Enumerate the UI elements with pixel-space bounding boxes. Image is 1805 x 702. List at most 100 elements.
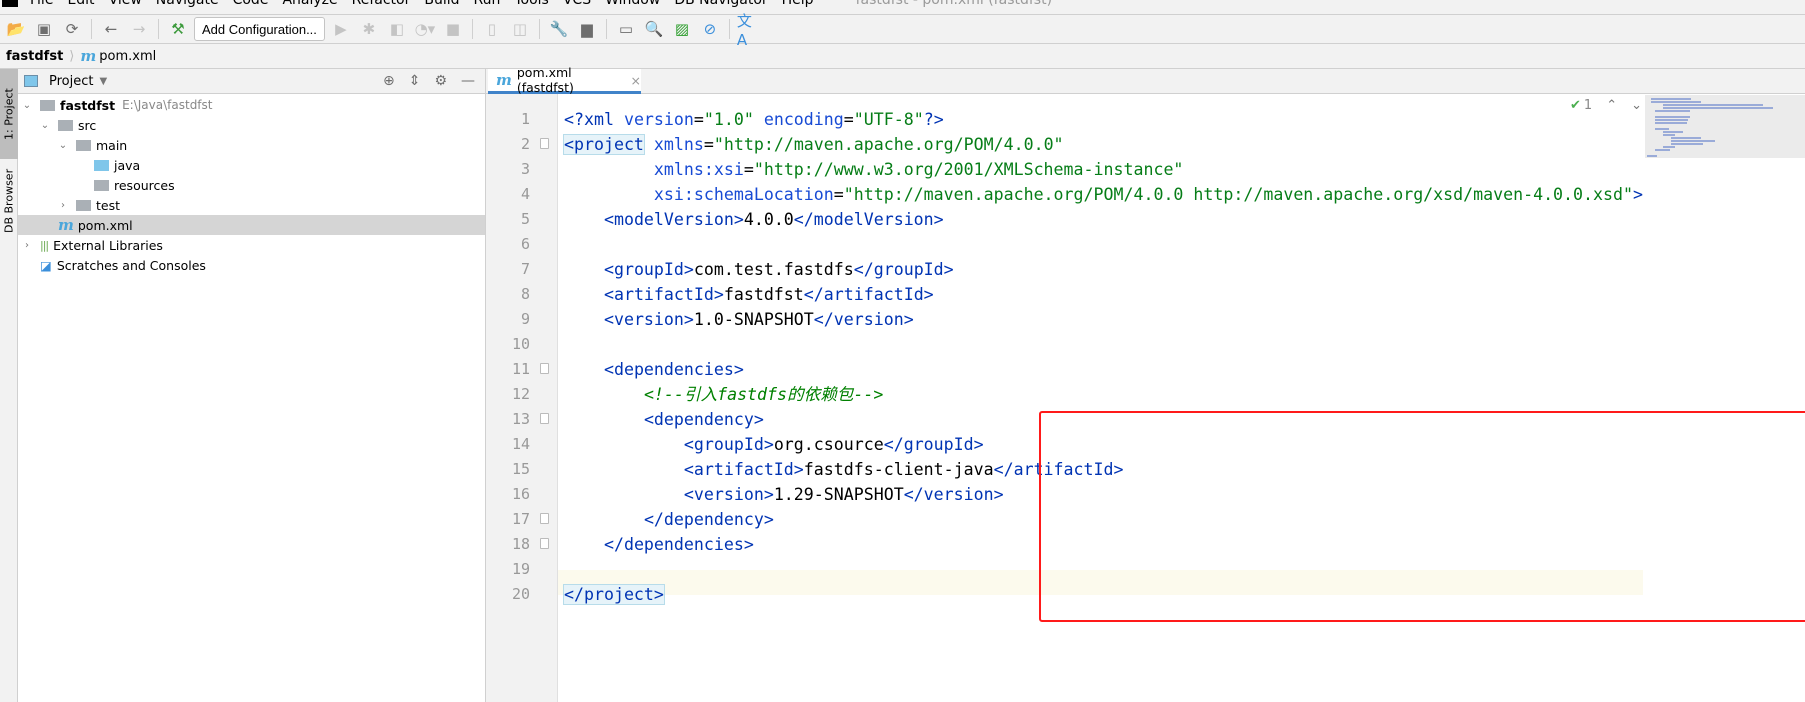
window-title: fastdfst - pom.xml (fastdfst) (855, 0, 1053, 8)
project-view-title[interactable]: Project (49, 74, 93, 89)
tab-db-browser[interactable]: DB Browser (0, 161, 18, 241)
forward-icon[interactable]: → (127, 17, 151, 41)
save-icon[interactable]: ▣ (32, 17, 56, 41)
tool-window-strip: 1: Project DB Browser (0, 69, 18, 702)
tree-item[interactable]: java (18, 155, 485, 175)
menu-build[interactable]: Build (424, 0, 459, 8)
menu-code[interactable]: Code (233, 0, 269, 8)
translate-icon[interactable]: 文A (737, 12, 761, 49)
chevron-down-icon[interactable]: ⌄ (1631, 98, 1642, 113)
menu-refactor[interactable]: Refactor (352, 0, 411, 8)
menu-analyze[interactable]: Analyze (282, 0, 337, 8)
source-folder-icon (94, 159, 109, 171)
gutter: 1 2 3 4 5 6 7 8 9 10 11 12 13 14 15 16 17 18 19 20 (486, 94, 558, 702)
monitor-icon[interactable]: ▨ (670, 17, 694, 41)
menu-view[interactable]: View (109, 0, 142, 8)
tree-item[interactable]: m pom.xml (18, 215, 485, 235)
search-icon[interactable]: 🔍 (642, 17, 666, 41)
resources-folder-icon (94, 179, 109, 191)
tree-item-path: E:\Java\fastdfst (122, 98, 213, 112)
locate-icon[interactable]: ⊕ (383, 73, 395, 89)
minimize-icon[interactable]: — (461, 73, 475, 89)
chevron-down-icon[interactable]: ▼ (99, 76, 107, 87)
terminal-icon[interactable]: ▭ (614, 17, 638, 41)
minimap-line (1663, 146, 1675, 148)
tab-project-tool[interactable]: 1: Project (0, 69, 18, 159)
build-hammer-icon[interactable]: ⚒ (166, 17, 190, 41)
menu-window[interactable]: Window (605, 0, 660, 8)
tree-item[interactable]: ⌄ src (18, 115, 485, 135)
expand-arrow-icon[interactable]: › (20, 240, 34, 251)
tree-item-label: main (96, 137, 128, 153)
code-line: <version>1.0-SNAPSHOT</version> (603, 310, 914, 329)
menu-navigate[interactable]: Navigate (156, 0, 219, 8)
maven-icon: m (58, 216, 74, 234)
chevron-up-icon[interactable]: ⌃ (1606, 98, 1617, 113)
menu-vcs[interactable]: VCS (563, 0, 591, 8)
add-configuration-button[interactable]: Add Configuration... (194, 17, 325, 41)
fold-marker-icon[interactable] (540, 513, 549, 524)
back-icon[interactable]: ← (99, 17, 123, 41)
close-icon[interactable]: × (631, 73, 641, 88)
fold-marker-icon[interactable] (540, 413, 549, 424)
code-line: <version>1.29-SNAPSHOT</version> (683, 485, 1004, 504)
tree-item[interactable]: ◪ Scratches and Consoles (18, 255, 485, 275)
folder-icon (58, 119, 73, 131)
tree-item-label: src (78, 117, 97, 133)
stop-icon[interactable]: ■ (441, 17, 465, 41)
minimap[interactable] (1645, 95, 1805, 158)
line-number: 8 (520, 285, 530, 303)
expand-arrow-icon[interactable]: ⌄ (38, 120, 52, 131)
code-line: xsi:schemaLocation="http://maven.apache.… (653, 185, 1643, 204)
minimap-line (1647, 155, 1657, 157)
fold-marker-icon[interactable] (540, 538, 549, 549)
breadcrumb-project[interactable]: fastdfst (6, 49, 63, 64)
tree-item[interactable]: resources (18, 175, 485, 195)
minimap-line (1655, 119, 1688, 121)
open-icon[interactable]: 📂 (4, 17, 28, 41)
fold-marker-icon[interactable] (540, 363, 549, 374)
profile-icon[interactable]: ◔▾ (413, 17, 437, 41)
code-line: <dependencies> (603, 360, 744, 379)
expand-arrow-icon[interactable]: › (56, 200, 70, 211)
line-number: 15 (511, 460, 530, 478)
line-number: 12 (511, 385, 530, 403)
deploy-icon[interactable]: ◫ (508, 17, 532, 41)
tree-item-label: java (114, 157, 141, 173)
collapse-all-icon[interactable]: ⇕ (409, 73, 421, 89)
tree-item[interactable]: ⌄ main (18, 135, 485, 155)
code-line: </dependencies> (603, 535, 754, 554)
annotation-highlight-box (1039, 411, 1805, 622)
minimap-line (1663, 134, 1675, 136)
tree-item[interactable]: › test (18, 195, 485, 215)
settings-wrench-icon[interactable]: 🔧 (547, 17, 571, 41)
tree-item[interactable]: ⌄ fastdfst E:\Java\fastdfst (18, 95, 485, 115)
tab-pom-xml[interactable]: m pom.xml (fastdfst) × (488, 65, 641, 95)
disable-icon[interactable]: ⊘ (698, 17, 722, 41)
menu-edit[interactable]: Edit (67, 0, 94, 8)
breadcrumb-file[interactable]: pom.xml (99, 49, 156, 64)
minimap-line (1651, 101, 1701, 103)
menu-help[interactable]: Help (782, 0, 814, 8)
fold-marker-icon[interactable] (540, 138, 549, 149)
debug-icon[interactable]: ✱ (357, 17, 381, 41)
project-structure-icon[interactable]: ▆ (575, 17, 599, 41)
code-line: </dependency> (643, 510, 774, 529)
check-icon: ✔ 1 (1570, 98, 1593, 113)
menu-db-navigator[interactable]: DB Navigator (674, 0, 767, 8)
expand-arrow-icon[interactable]: ⌄ (56, 140, 70, 151)
run-icon[interactable]: ▶ (329, 17, 353, 41)
menu-file[interactable]: File (30, 0, 53, 8)
gear-icon[interactable]: ⚙ (434, 73, 447, 89)
inspection-widget[interactable]: ✔ 1 ⌃ ⌄ (1570, 98, 1642, 113)
menu-tools[interactable]: Tools (514, 0, 549, 8)
line-number: 16 (511, 485, 530, 503)
coverage-icon[interactable]: ◧ (385, 17, 409, 41)
tree-item[interactable]: › ||| External Libraries (18, 235, 485, 255)
menu-run[interactable]: Run (474, 0, 501, 8)
line-number: 14 (511, 435, 530, 453)
minimap-line (1655, 128, 1669, 130)
expand-arrow-icon[interactable]: ⌄ (20, 100, 34, 111)
sync-icon[interactable]: ⟳ (60, 17, 84, 41)
attach-icon[interactable]: ▯ (480, 17, 504, 41)
